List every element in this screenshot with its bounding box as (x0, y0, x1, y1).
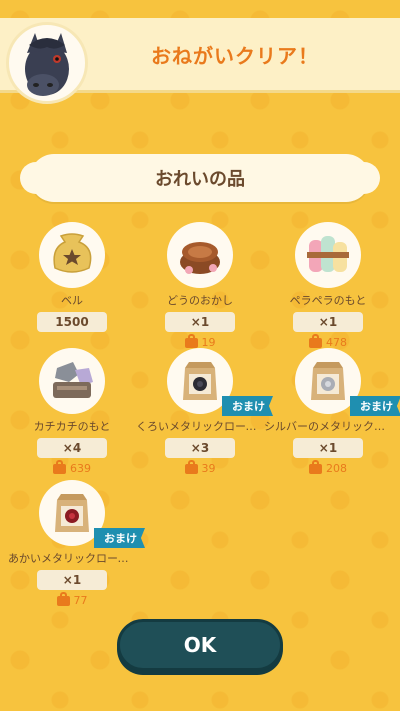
briefcase-icon (184, 459, 198, 474)
briefcase-icon (309, 333, 322, 348)
item-price: 39 (136, 459, 264, 475)
reward-item-silver-rose-seeds: おまけ シルバーのメタリックロー… ×1 208 (264, 348, 400, 475)
item-quantity: ×3 (165, 438, 235, 458)
reward-item-fabric: ペラペラのもと ×1 478 (264, 222, 392, 349)
briefcase-icon (56, 591, 70, 606)
item-quantity: ×1 (37, 570, 107, 590)
item-quantity: ×4 (37, 438, 107, 458)
ok-button[interactable]: OK (117, 619, 283, 671)
reward-item-stone: カチカチのもと ×4 639 (8, 348, 136, 475)
item-quantity: ×1 (165, 312, 235, 332)
fabric-rolls-icon (295, 222, 361, 288)
bell-bag-icon (39, 222, 105, 288)
item-quantity: 1500 (37, 312, 107, 332)
stone-materials-icon (39, 348, 105, 414)
item-quantity: ×1 (293, 438, 363, 458)
briefcase-icon (309, 459, 322, 474)
item-price: 208 (264, 459, 392, 475)
item-name: どうのおかし (167, 294, 233, 307)
omake-badge: おまけ (350, 396, 400, 416)
item-name: ベル (61, 294, 83, 307)
item-price-value: 208 (326, 462, 347, 475)
briefcase-icon (184, 333, 198, 348)
item-name: あかいメタリックローズのタネ (8, 552, 136, 565)
omake-badge: おまけ (94, 528, 145, 548)
red-rose-seed-icon: おまけ (39, 480, 145, 548)
page-title: おねがいクリア！ (151, 43, 319, 68)
item-name: ペラペラのもと (289, 294, 367, 307)
black-rose-seed-icon: おまけ (167, 348, 273, 416)
item-price-value: 39 (201, 462, 216, 475)
item-name: シルバーのメタリックロー… (264, 420, 392, 433)
item-quantity: ×1 (293, 312, 363, 332)
reward-item-black-rose-seeds: おまけ くろいメタリックローズのタネ ×3 39 (136, 348, 273, 475)
item-price: 639 (8, 459, 136, 475)
reward-item-red-rose-seeds: おまけ あかいメタリックローズのタネ ×1 77 (8, 480, 145, 607)
item-price-value: 77 (73, 594, 88, 607)
item-price: 77 (8, 591, 136, 607)
item-name: カチカチのもと (33, 420, 111, 433)
reward-banner-label: おれいの品 (155, 169, 245, 190)
briefcase-icon (53, 459, 66, 474)
reward-item-bells: ベル 1500 (8, 222, 136, 332)
candy-icon (167, 222, 233, 288)
reward-banner: おれいの品 (20, 154, 380, 202)
item-price-value: 639 (70, 462, 91, 475)
item-name: くろいメタリックローズのタネ (136, 420, 264, 433)
reward-item-candy: どうのおかし ×1 19 (136, 222, 264, 349)
silver-rose-seed-icon: おまけ (295, 348, 400, 416)
